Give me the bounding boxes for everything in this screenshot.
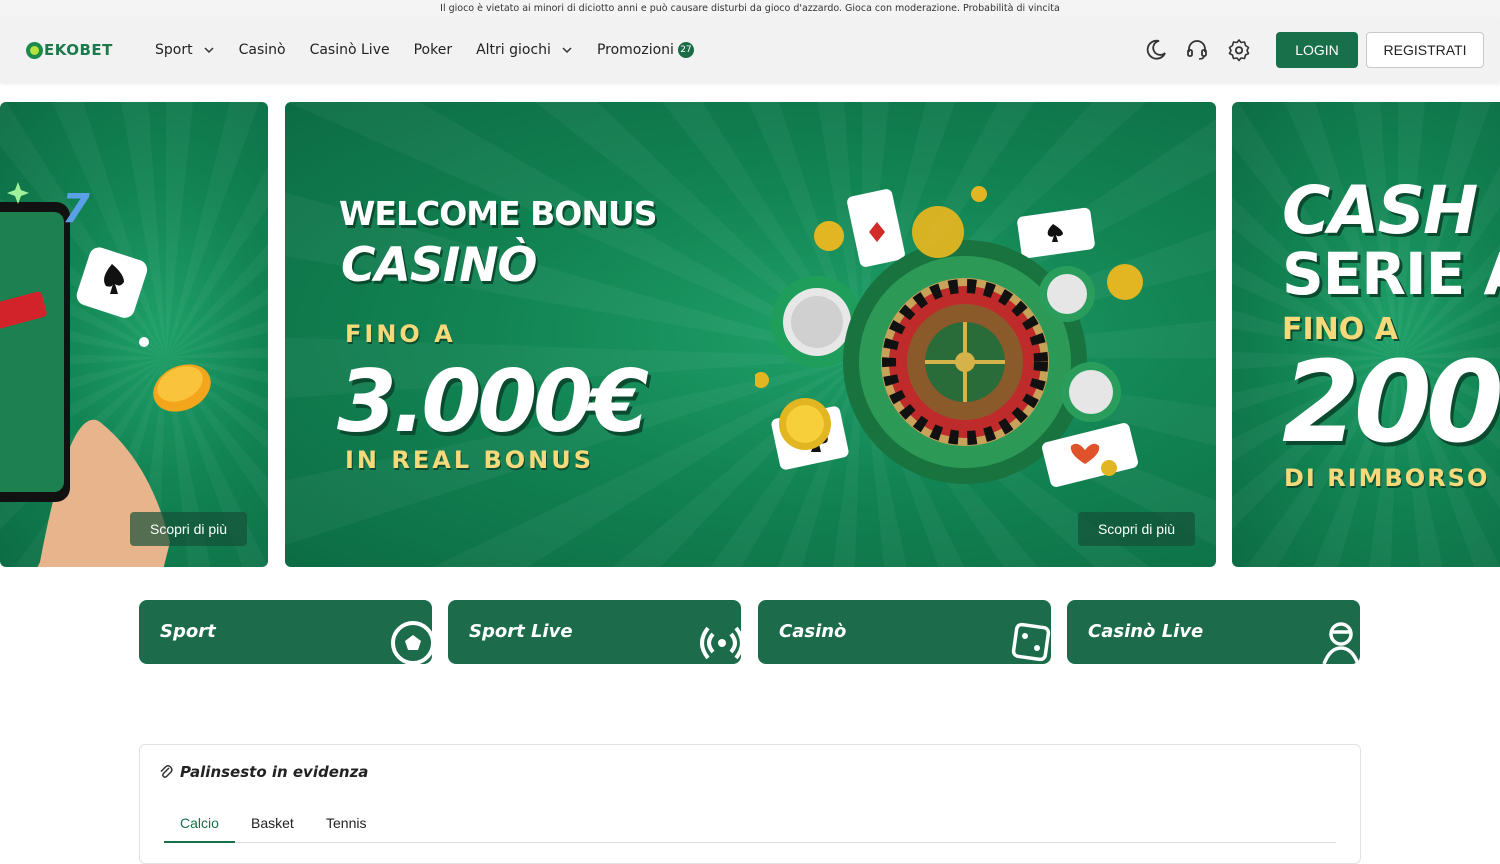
nav-item-label: Sport (155, 42, 193, 58)
dice-icon (1011, 622, 1051, 662)
moon-icon[interactable] (1144, 38, 1168, 62)
promo-suffix: DI RIMBORSO A (1284, 464, 1500, 492)
promo-subheadline: CASINÒ (341, 238, 537, 293)
promo-subheadline: SERIE A (1282, 240, 1500, 308)
nav-item-altri-giochi[interactable]: Altri giochi (476, 40, 573, 60)
quick-link-label: Casinò Live (1088, 621, 1204, 642)
settings-icon[interactable] (1227, 38, 1251, 62)
soccer-ball-icon (391, 621, 432, 664)
nav-item-label: Poker (413, 42, 453, 58)
headset-icon[interactable] (1185, 38, 1209, 62)
login-button[interactable]: LOGIN (1276, 32, 1358, 68)
promo-count-badge: 27 (677, 42, 694, 58)
svg-text:7: 7 (62, 186, 90, 232)
nav-item-label: Altri giochi (476, 42, 551, 58)
promo-headline: WELCOME BONUS (339, 194, 657, 233)
nav-item-sport[interactable]: Sport (155, 40, 215, 60)
header: EKOBET Sport Casinò Casinò Live Poker Al… (0, 18, 1500, 82)
responsible-gaming-notice: Il gioco è vietato ai minori di diciotto… (0, 0, 1500, 18)
sport-tabs: Calcio Basket Tennis (164, 805, 1336, 843)
quick-link-label: Sport Live (469, 621, 573, 642)
register-button[interactable]: REGISTRATI (1366, 32, 1484, 68)
quick-link-label: Casinò (779, 621, 847, 642)
panel-title: Palinsesto in evidenza (180, 763, 369, 781)
roulette-illustration (755, 186, 1143, 487)
quick-link-sport-live[interactable]: Sport Live (448, 600, 741, 664)
nav-item-label: Casinò Live (309, 42, 390, 58)
nav-item-casino[interactable]: Casinò (239, 40, 286, 60)
active-tab-indicator (164, 841, 235, 843)
tab-tennis[interactable]: Tennis (326, 815, 366, 831)
promo-prefix: FINO A (345, 320, 456, 348)
chevron-down-icon (204, 47, 214, 54)
discover-more-button[interactable]: Scopri di più (1077, 512, 1195, 546)
promo-suffix: IN REAL BONUS (345, 446, 595, 474)
chevron-down-icon (562, 47, 572, 54)
quick-link-casino[interactable]: Casinò (758, 600, 1051, 664)
live-broadcast-icon (700, 626, 741, 660)
promo-amount: 200 (1282, 338, 1500, 468)
tab-calcio[interactable]: Calcio (180, 815, 219, 831)
quick-link-sport[interactable]: Sport (139, 600, 432, 664)
paperclip-icon (160, 765, 173, 778)
featured-schedule-panel: Palinsesto in evidenza Calcio Basket Ten… (139, 744, 1361, 864)
nav-item-casino-live[interactable]: Casinò Live (310, 40, 390, 60)
quick-link-label: Sport (160, 621, 216, 642)
logo[interactable]: EKOBET (26, 40, 113, 60)
logo-mark-icon (26, 41, 43, 59)
promo-amount: 3.000€ (337, 352, 649, 452)
promo-headline: CASH (1282, 172, 1478, 249)
phone-app-illustration: 7 (0, 182, 211, 567)
quick-link-casino-live[interactable]: Casinò Live (1067, 600, 1360, 664)
carousel-slide-right[interactable]: CASH SERIE A FINO A 200 DI RIMBORSO A (1232, 102, 1500, 567)
dealer-icon (1322, 622, 1360, 664)
nav-item-label: Promozioni (596, 42, 674, 58)
logo-text: EKOBET (44, 41, 113, 59)
nav-item-promozioni[interactable]: Promozioni 27 (597, 40, 694, 60)
main-nav: Sport Casinò Casinò Live Poker Altri gio… (155, 40, 718, 60)
discover-more-button[interactable]: Scopri di più (130, 512, 248, 546)
carousel-slide-left[interactable]: 7 Scopri di più (0, 102, 268, 567)
carousel-slide-welcome-bonus[interactable]: WELCOME BONUS CASINÒ FINO A 3.000€ IN RE… (285, 102, 1216, 567)
nav-item-poker[interactable]: Poker (414, 40, 453, 60)
tab-basket[interactable]: Basket (251, 815, 294, 831)
nav-item-label: Casinò (238, 42, 286, 58)
